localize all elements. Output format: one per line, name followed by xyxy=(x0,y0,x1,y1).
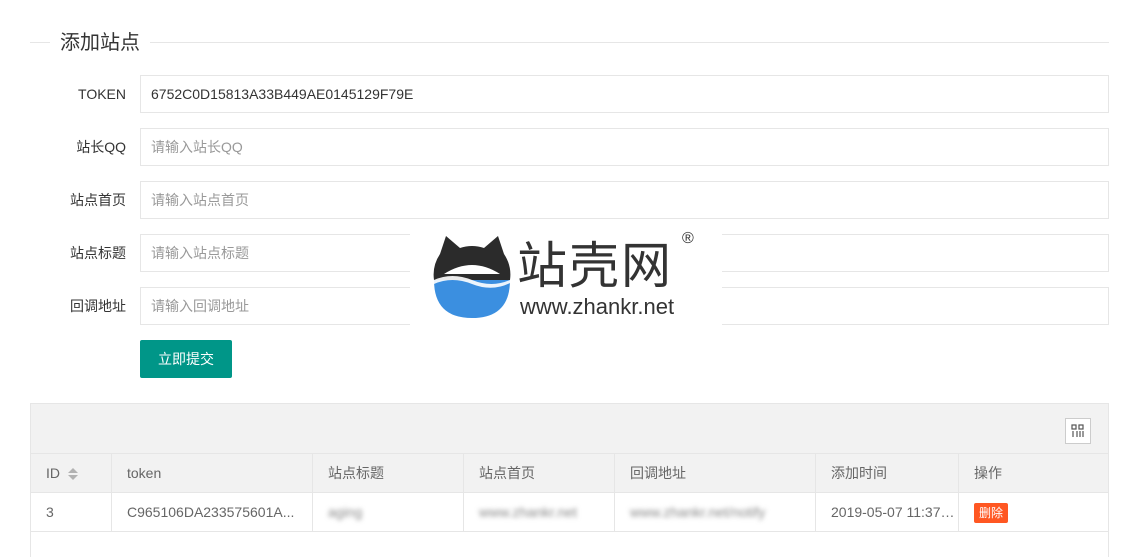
token-input[interactable] xyxy=(140,75,1109,113)
table-toolbar xyxy=(31,404,1108,454)
sites-table: ID token 站点标题 站点首页 回调地址 添加时间 操作 3 C96510… xyxy=(30,403,1109,557)
header-actions: 操作 xyxy=(974,465,1002,481)
form-row-token: TOKEN xyxy=(30,75,1109,113)
cell-added-time: 2019-05-07 11:37:58 xyxy=(816,493,959,531)
delete-button[interactable]: 删除 xyxy=(974,503,1009,524)
blurred-title: aging xyxy=(328,504,363,520)
header-site-home: 站点首页 xyxy=(464,454,615,492)
home-label: 站点首页 xyxy=(70,192,126,208)
section-divider xyxy=(30,42,1109,43)
cell-site-title: aging xyxy=(313,493,464,531)
cell-callback: www.zhankr.net/notify xyxy=(615,493,816,531)
watermark-name: 站壳网 xyxy=(517,237,673,295)
watermark: 站壳网 ® www.zhankr.net xyxy=(410,226,722,326)
qq-label: 站长QQ xyxy=(76,139,126,155)
qq-input[interactable] xyxy=(140,128,1109,166)
token-label: TOKEN xyxy=(78,86,126,102)
home-input[interactable] xyxy=(140,181,1109,219)
title-label: 站点标题 xyxy=(70,245,126,261)
form-row-home: 站点首页 xyxy=(30,181,1109,219)
form-row-qq: 站长QQ xyxy=(30,128,1109,166)
header-added-time: 添加时间 xyxy=(816,454,959,492)
cell-token: C965106DA233575601A... xyxy=(112,493,313,531)
cat-logo-icon xyxy=(433,236,511,318)
section-title: 添加站点 xyxy=(50,30,150,56)
watermark-url: www.zhankr.net xyxy=(520,294,675,319)
cell-actions: 删除 xyxy=(959,493,1108,531)
cell-site-home: www.zhankr.net xyxy=(464,493,615,531)
blurred-home: www.zhankr.net xyxy=(479,504,578,520)
table-header: ID token 站点标题 站点首页 回调地址 添加时间 操作 xyxy=(31,454,1108,493)
callback-label: 回调地址 xyxy=(70,298,126,314)
columns-icon xyxy=(1071,424,1084,437)
header-callback: 回调地址 xyxy=(615,454,816,492)
sort-icon[interactable] xyxy=(68,467,78,481)
blurred-callback: www.zhankr.net/notify xyxy=(630,504,766,520)
registered-mark: ® xyxy=(682,230,694,247)
header-id[interactable]: ID xyxy=(31,454,112,492)
header-token: token xyxy=(112,454,313,492)
column-filter-button[interactable] xyxy=(1065,418,1091,444)
header-site-title: 站点标题 xyxy=(313,454,464,492)
cell-id: 3 xyxy=(31,493,112,531)
page: 添加站点 TOKEN 站长QQ 站点首页 站点标题 回调地址 立即提交 xyxy=(0,0,1132,557)
submit-button[interactable]: 立即提交 xyxy=(140,340,232,378)
table-row: 3 C965106DA233575601A... aging www.zhank… xyxy=(31,493,1108,532)
